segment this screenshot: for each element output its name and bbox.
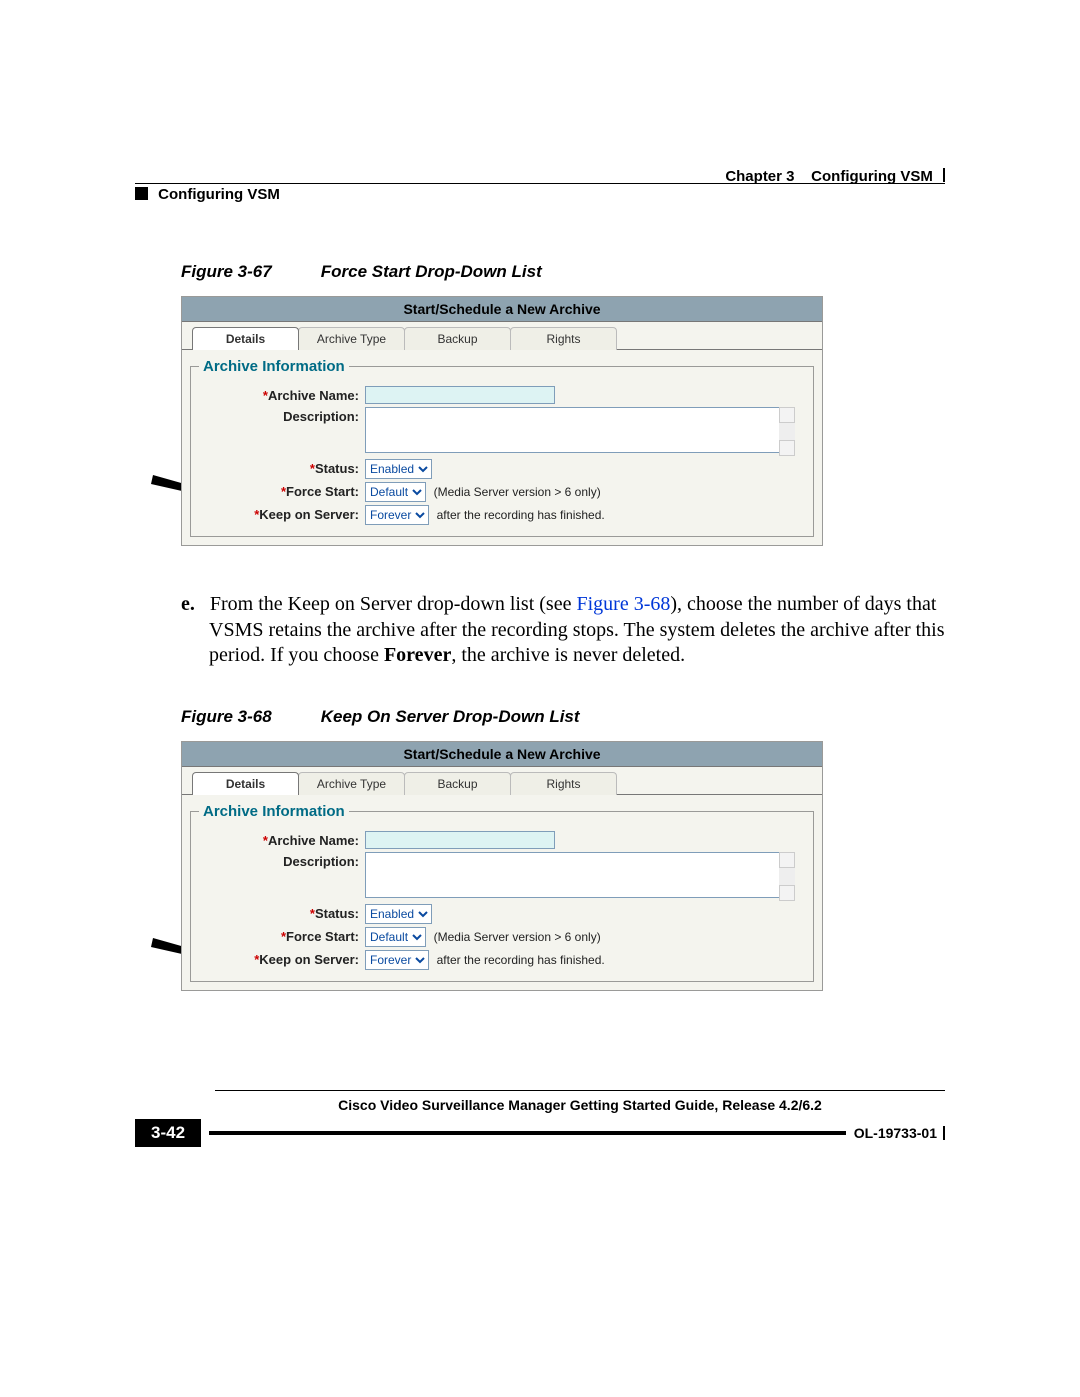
screenshot-figure-67: Start/Schedule a New Archive Details Arc…: [181, 296, 823, 546]
tab-archive-type[interactable]: Archive Type: [298, 327, 405, 350]
scrollbar-icon: [779, 407, 795, 456]
tab-archive-type[interactable]: Archive Type: [298, 772, 405, 795]
tab-backup[interactable]: Backup: [404, 772, 511, 795]
body-paragraph-e: e. From the Keep on Server drop-down lis…: [181, 592, 945, 669]
scrollbar-icon: [779, 852, 795, 901]
tab-rights[interactable]: Rights: [510, 327, 617, 350]
figure-number: Figure 3-67: [181, 262, 316, 282]
figure-title: Keep On Server Drop-Down List: [321, 707, 580, 726]
figure-title: Force Start Drop-Down List: [321, 262, 542, 281]
section-bullet-icon: [135, 187, 148, 200]
force-start-select[interactable]: Default: [365, 927, 426, 947]
header-right: Chapter 3 Configuring VSM: [725, 168, 945, 185]
archive-name-input[interactable]: [365, 386, 555, 404]
force-start-select[interactable]: Default: [365, 482, 426, 502]
keep-hint: after the recording has finished.: [437, 953, 605, 967]
tab-bar: Details Archive Type Backup Rights: [182, 322, 822, 350]
figure-link[interactable]: Figure 3-68: [576, 593, 670, 615]
keep-on-server-select[interactable]: Forever: [365, 505, 429, 525]
label-status: *Status:: [199, 904, 365, 921]
description-textarea[interactable]: [365, 852, 795, 898]
fieldset-legend: Archive Information: [199, 358, 349, 375]
label-archive-name: *Archive Name:: [199, 831, 365, 848]
label-keep-on-server: *Keep on Server:: [199, 950, 365, 967]
page-number: 3-42: [135, 1119, 201, 1147]
document-id: OL-19733-01: [854, 1125, 937, 1141]
keep-hint: after the recording has finished.: [437, 508, 605, 522]
label-status: *Status:: [199, 459, 365, 476]
header-left: Configuring VSM: [135, 186, 280, 203]
archive-name-input[interactable]: [365, 831, 555, 849]
chapter-label: Chapter 3: [725, 168, 794, 185]
page-header: Chapter 3 Configuring VSM Configuring VS…: [135, 168, 945, 202]
tab-bar: Details Archive Type Backup Rights: [182, 767, 822, 795]
screenshot-figure-68: Start/Schedule a New Archive Details Arc…: [181, 741, 823, 991]
figure-68-caption: Figure 3-68 Keep On Server Drop-Down Lis…: [181, 707, 945, 727]
status-select[interactable]: Enabled: [365, 904, 432, 924]
list-marker: e.: [181, 593, 195, 615]
section-title-left: Configuring VSM: [158, 186, 280, 203]
status-select[interactable]: Enabled: [365, 459, 432, 479]
tab-details[interactable]: Details: [192, 327, 299, 350]
force-start-hint: (Media Server version > 6 only): [434, 930, 601, 944]
footer-title: Cisco Video Surveillance Manager Getting…: [215, 1097, 945, 1113]
label-description: Description:: [199, 407, 365, 424]
dialog-title: Start/Schedule a New Archive: [182, 297, 822, 322]
tab-details[interactable]: Details: [192, 772, 299, 795]
figure-number: Figure 3-68: [181, 707, 316, 727]
page-footer: Cisco Video Surveillance Manager Getting…: [135, 1090, 945, 1147]
label-force-start: *Force Start:: [199, 927, 365, 944]
label-force-start: *Force Start:: [199, 482, 365, 499]
force-start-hint: (Media Server version > 6 only): [434, 485, 601, 499]
archive-info-group: Archive Information *Archive Name: Descr…: [190, 358, 814, 537]
figure-67-caption: Figure 3-67 Force Start Drop-Down List: [181, 262, 945, 282]
tab-rights[interactable]: Rights: [510, 772, 617, 795]
keep-on-server-select[interactable]: Forever: [365, 950, 429, 970]
label-description: Description:: [199, 852, 365, 869]
label-keep-on-server: *Keep on Server:: [199, 505, 365, 522]
archive-info-group: Archive Information *Archive Name: Descr…: [190, 803, 814, 982]
tab-backup[interactable]: Backup: [404, 327, 511, 350]
fieldset-legend: Archive Information: [199, 803, 349, 820]
label-archive-name: *Archive Name:: [199, 386, 365, 403]
dialog-title: Start/Schedule a New Archive: [182, 742, 822, 767]
description-textarea[interactable]: [365, 407, 795, 453]
section-title-right: Configuring VSM: [811, 168, 933, 185]
